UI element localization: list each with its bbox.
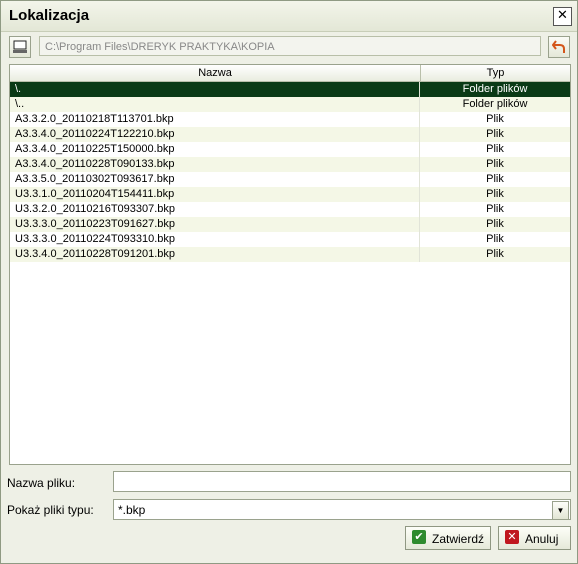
dialog-title: Lokalizacja xyxy=(9,7,90,24)
file-type-cell: Plik xyxy=(486,143,504,155)
list-header: Nazwa Typ xyxy=(10,65,570,82)
file-name-cell: U3.3.3.0_20110224T093310.bkp xyxy=(10,232,420,247)
list-item[interactable]: A3.3.5.0_20110302T093617.bkp Plik xyxy=(10,172,570,187)
filename-label: Nazwa pliku: xyxy=(7,476,76,490)
file-type-cell: Plik xyxy=(486,203,504,215)
ok-button-label: Zatwierdź xyxy=(432,532,485,546)
filetype-value: *.bkp xyxy=(118,503,146,517)
location-dialog: Lokalizacja ✕ C:\Program Files\DRERYK PR… xyxy=(0,0,578,564)
file-name-cell: A3.3.5.0_20110302T093617.bkp xyxy=(10,172,420,187)
up-folder-icon[interactable] xyxy=(548,36,570,58)
computer-icon[interactable] xyxy=(9,36,31,58)
file-name-cell: A3.3.4.0_20110225T150000.bkp xyxy=(10,142,420,157)
file-name-cell: U3.3.2.0_20110216T093307.bkp xyxy=(10,202,420,217)
filetype-select[interactable]: *.bkp ▼ xyxy=(113,499,571,520)
file-list[interactable]: Nazwa Typ \. Folder plików \.. Folder plikó… xyxy=(9,64,571,465)
file-type-cell: Plik xyxy=(486,218,504,230)
file-name-cell: A3.3.4.0_20110224T122210.bkp xyxy=(10,127,420,142)
file-name-cell: U3.3.3.0_20110223T091627.bkp xyxy=(10,217,420,232)
list-item[interactable]: A3.3.4.0_20110224T122210.bkp Plik xyxy=(10,127,570,142)
list-item[interactable]: \.. Folder plików xyxy=(10,97,570,112)
file-type-cell: Plik xyxy=(486,173,504,185)
file-type-cell: Plik xyxy=(486,128,504,140)
list-item[interactable]: U3.3.4.0_20110228T091201.bkp Plik xyxy=(10,247,570,262)
cancel-icon: ✕ xyxy=(505,530,519,544)
filetype-label: Pokaż pliki typu: xyxy=(7,503,94,517)
file-type-cell: Plik xyxy=(486,158,504,170)
file-name-cell: A3.3.2.0_20110218T113701.bkp xyxy=(10,112,420,127)
file-type-cell: Folder plików xyxy=(462,83,528,95)
check-icon: ✔ xyxy=(412,530,426,544)
cancel-button[interactable]: ✕ Anuluj xyxy=(498,526,571,550)
title-bar: Lokalizacja ✕ xyxy=(1,1,577,32)
file-type-cell: Plik xyxy=(486,113,504,125)
ok-button[interactable]: ✔ Zatwierdź xyxy=(405,526,491,550)
list-item[interactable]: U3.3.1.0_20110204T154411.bkp Plik xyxy=(10,187,570,202)
list-item[interactable]: A3.3.4.0_20110228T090133.bkp Plik xyxy=(10,157,570,172)
list-item[interactable]: A3.3.4.0_20110225T150000.bkp Plik xyxy=(10,142,570,157)
file-name-cell: \.. xyxy=(10,97,420,112)
list-item[interactable]: U3.3.3.0_20110223T091627.bkp Plik xyxy=(10,217,570,232)
file-name-cell: U3.3.1.0_20110204T154411.bkp xyxy=(10,187,420,202)
list-item[interactable]: U3.3.2.0_20110216T093307.bkp Plik xyxy=(10,202,570,217)
file-type-cell: Plik xyxy=(486,233,504,245)
column-header-type[interactable]: Typ xyxy=(421,65,570,81)
file-type-cell: Plik xyxy=(486,188,504,200)
file-type-cell: Plik xyxy=(486,248,504,260)
list-item[interactable]: U3.3.3.0_20110224T093310.bkp Plik xyxy=(10,232,570,247)
close-icon[interactable]: ✕ xyxy=(553,7,572,26)
filename-input[interactable] xyxy=(113,471,571,492)
file-name-cell: U3.3.4.0_20110228T091201.bkp xyxy=(10,247,420,262)
file-type-cell: Folder plików xyxy=(462,98,528,110)
column-header-name[interactable]: Nazwa xyxy=(10,65,421,81)
cancel-button-label: Anuluj xyxy=(525,532,559,546)
chevron-down-icon[interactable]: ▼ xyxy=(552,501,569,520)
list-item[interactable]: \. Folder plików xyxy=(10,82,570,97)
list-item[interactable]: A3.3.2.0_20110218T113701.bkp Plik xyxy=(10,112,570,127)
file-name-cell: \. xyxy=(10,82,420,97)
path-field[interactable]: C:\Program Files\DRERYK PRAKTYKA\KOPIA xyxy=(39,36,541,56)
file-name-cell: A3.3.4.0_20110228T090133.bkp xyxy=(10,157,420,172)
